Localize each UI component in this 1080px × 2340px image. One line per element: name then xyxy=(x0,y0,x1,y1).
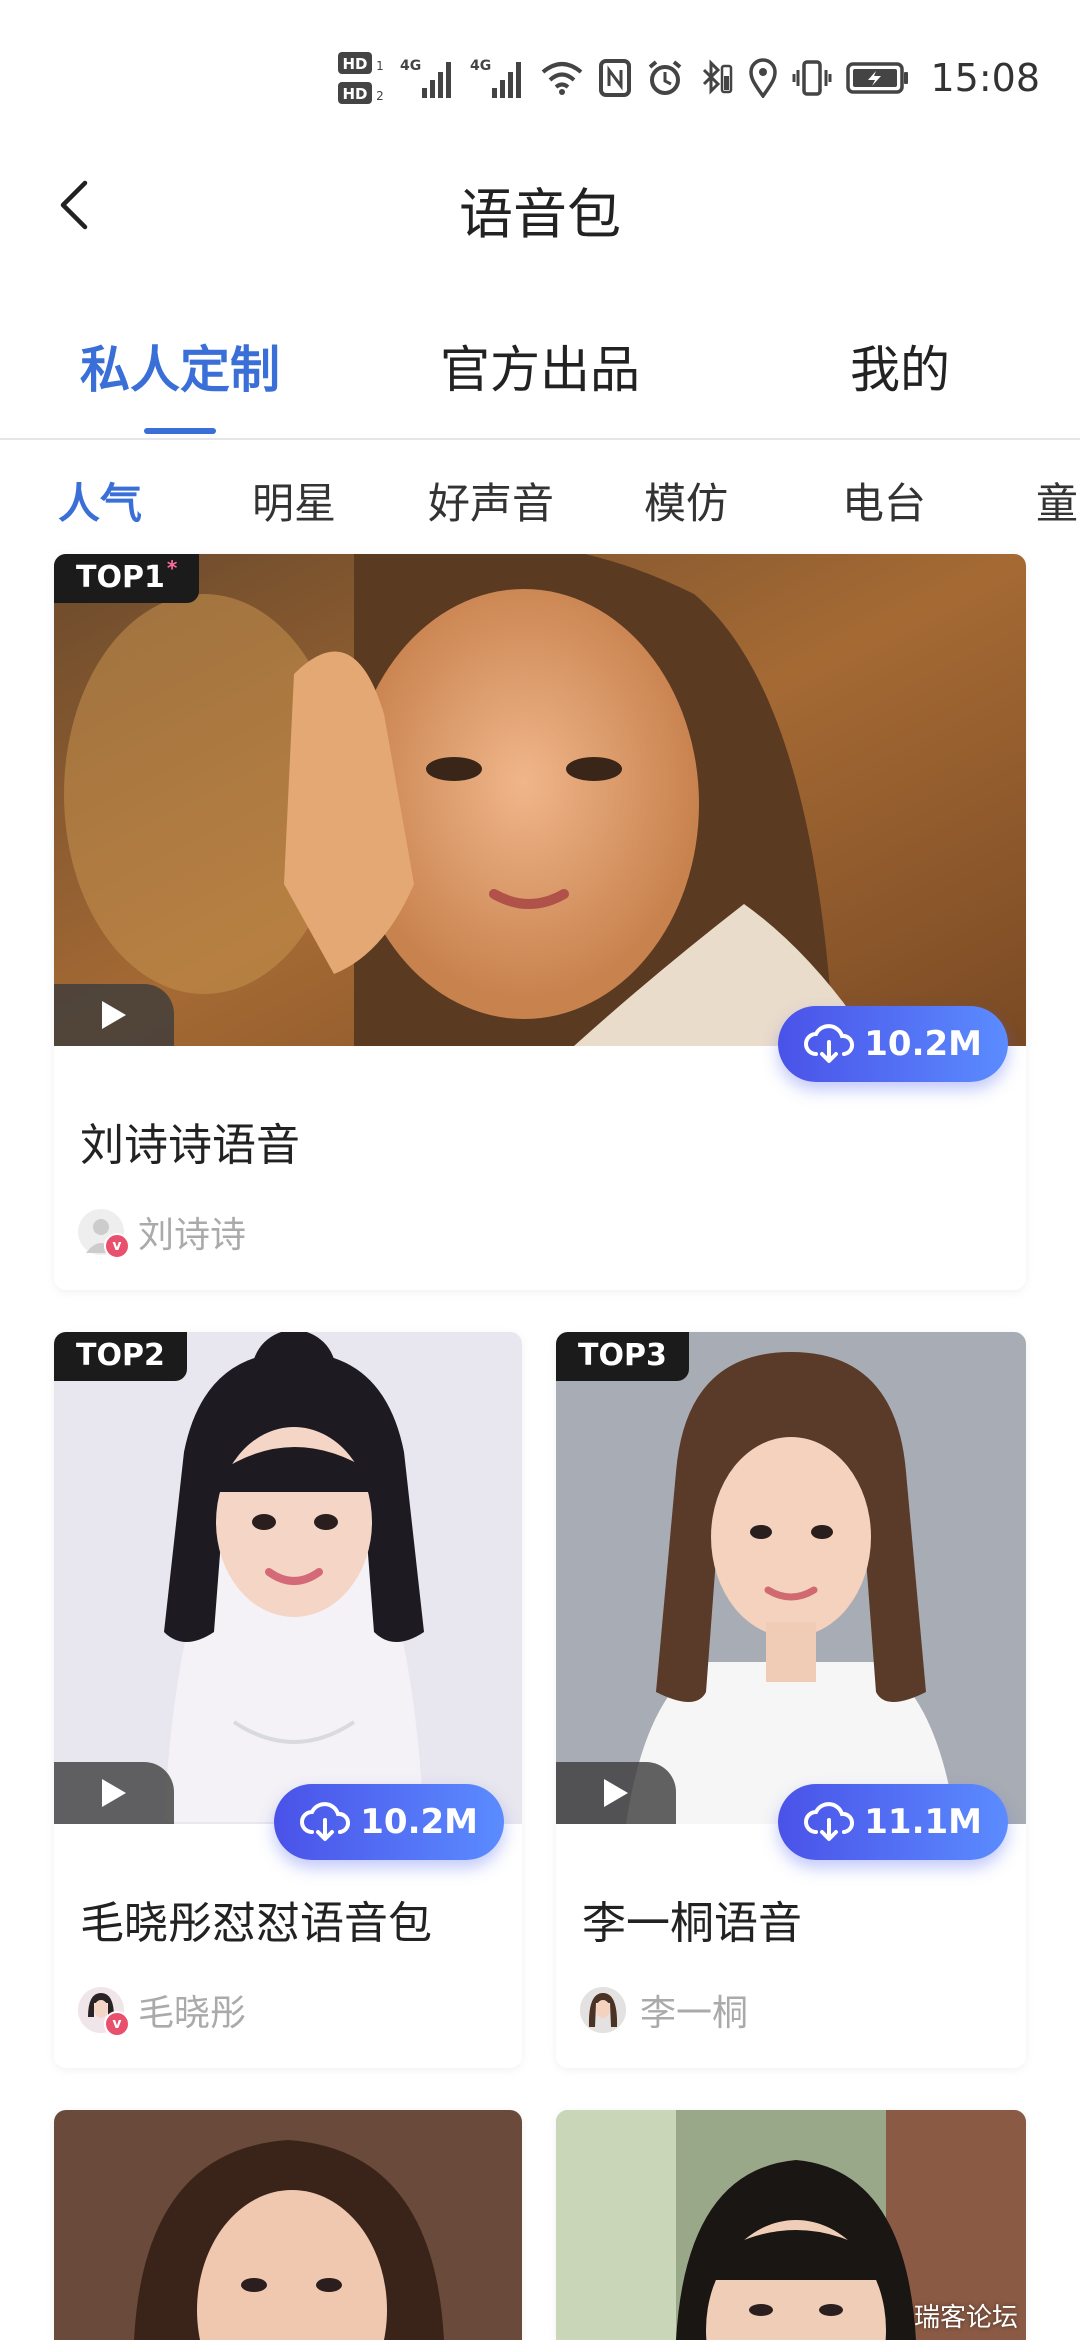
status-bar: HD 1 HD 2 4G 4G 15:08 xyxy=(0,0,1080,140)
voice-pack-title: 毛晓彤怼怼语音包 xyxy=(80,1898,432,1949)
tab-mine[interactable]: 我的 xyxy=(850,330,950,402)
svg-text:4G: 4G xyxy=(470,58,491,74)
author-name: 毛晓彤 xyxy=(138,1993,247,2034)
status-time: 15:08 xyxy=(930,56,1040,100)
download-size-button[interactable]: 10.2M xyxy=(274,1784,504,1860)
category-tab-stars[interactable]: 明星 xyxy=(252,470,336,531)
page-title: 语音包 xyxy=(459,183,621,246)
voice-pack-card[interactable] xyxy=(54,2110,522,2340)
svg-text:HD: HD xyxy=(343,85,368,103)
author-name: 刘诗诗 xyxy=(138,1215,247,1256)
active-tab-indicator xyxy=(144,428,216,434)
rank-badge: TOP3 xyxy=(556,1332,689,1381)
tab-private-custom[interactable]: 私人定制 xyxy=(80,330,280,402)
category-tab-imitation[interactable]: 模仿 xyxy=(644,470,728,531)
play-button[interactable] xyxy=(556,1762,676,1824)
avatar xyxy=(580,1987,626,2033)
battery-icon xyxy=(846,61,910,95)
verified-badge-icon: v xyxy=(104,2011,130,2037)
alarm-icon xyxy=(646,59,684,97)
watermark: 瑞客论坛 xyxy=(913,2303,1018,2333)
rank-badge: TOP2 xyxy=(54,1332,187,1381)
verified-badge-icon: v xyxy=(104,1233,130,1259)
play-icon xyxy=(102,1779,126,1807)
voice-pack-title: 刘诗诗语音 xyxy=(80,1120,300,1171)
voice-pack-card[interactable]: TOP1 * 10.2M 刘诗诗语音 v 刘诗诗 xyxy=(54,554,1026,1290)
author-row: 李一桐 xyxy=(580,1984,748,2036)
category-tab-radio[interactable]: 电台 xyxy=(842,470,926,531)
signal-sim1-icon: 4G xyxy=(400,56,456,100)
voice-pack-title: 李一桐语音 xyxy=(582,1898,802,1949)
play-icon xyxy=(102,1001,126,1029)
rank-badge: TOP1 * xyxy=(54,554,200,603)
main-tabs: 私人定制 官方出品 我的 xyxy=(0,300,1080,440)
hd-icon: HD 1 HD 2 xyxy=(336,48,386,108)
author-row: v 毛晓彤 xyxy=(78,1984,247,2037)
category-tab-popular[interactable]: 人气 xyxy=(58,470,142,531)
category-tabs: 人气 明星 好声音 模仿 电台 童 xyxy=(0,460,1080,540)
svg-text:1: 1 xyxy=(377,59,385,73)
voice-pack-card[interactable]: TOP2 10.2M 毛晓彤怼怼语音包 v 毛晓彤 xyxy=(54,1332,522,2068)
tab-official[interactable]: 官方出品 xyxy=(440,330,640,402)
nfc-icon xyxy=(598,58,632,98)
category-tab-children[interactable]: 童 xyxy=(1036,470,1078,531)
author-name: 李一桐 xyxy=(640,1993,749,2034)
play-button[interactable] xyxy=(54,1762,174,1824)
avatar: v xyxy=(78,1209,130,1259)
voice-pack-card[interactable]: 瑞客论坛 xyxy=(556,2110,1026,2340)
svg-text:HD: HD xyxy=(343,55,368,73)
size-label: 10.2M xyxy=(360,1802,478,1842)
play-button[interactable] xyxy=(54,984,174,1046)
bluetooth-battery-icon xyxy=(698,58,734,98)
cover-image xyxy=(54,1332,522,1824)
cloud-download-icon xyxy=(804,1024,855,1063)
cloud-download-icon xyxy=(804,1802,855,1841)
vibrate-icon xyxy=(792,58,832,98)
download-size-button[interactable]: 11.1M xyxy=(778,1784,1008,1860)
cover-image xyxy=(556,1332,1026,1824)
avatar: v xyxy=(78,1987,130,2037)
voice-pack-card[interactable]: TOP3 11.1M 李一桐语音 李一桐 xyxy=(556,1332,1026,2068)
wifi-icon xyxy=(540,60,584,96)
cover-image xyxy=(54,2110,522,2340)
header: 语音包 xyxy=(0,140,1080,270)
svg-text:4G: 4G xyxy=(400,58,421,74)
category-tab-good-voice[interactable]: 好声音 xyxy=(428,470,554,531)
cloud-download-icon xyxy=(300,1802,351,1841)
size-label: 11.1M xyxy=(864,1802,982,1842)
cover-image xyxy=(54,554,1026,1046)
author-row: v 刘诗诗 xyxy=(78,1206,247,1259)
svg-text:2: 2 xyxy=(377,89,385,103)
download-size-button[interactable]: 10.2M xyxy=(778,1006,1008,1082)
play-icon xyxy=(604,1779,628,1807)
status-icons: HD 1 HD 2 4G 4G 15:08 xyxy=(336,48,1040,108)
size-label: 10.2M xyxy=(864,1024,982,1064)
location-icon xyxy=(748,58,778,98)
signal-sim2-icon: 4G xyxy=(470,56,526,100)
